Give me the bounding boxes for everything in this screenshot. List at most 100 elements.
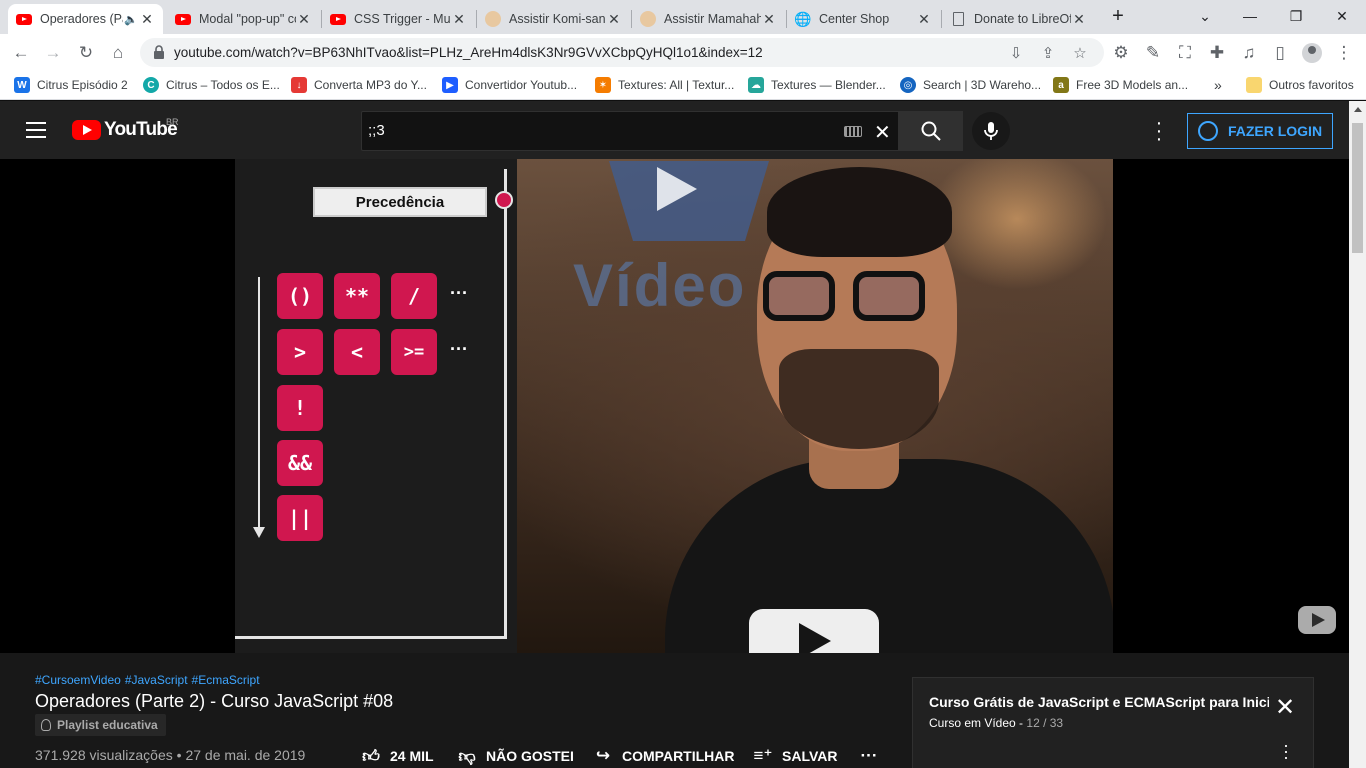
model-icon: a — [1053, 77, 1069, 93]
bookmark-item[interactable]: C Citrus – Todos os E... — [143, 76, 280, 94]
address-bar[interactable]: youtube.com/watch?v=BP63NhITvao&list=PLH… — [140, 38, 1104, 67]
media-control-icon[interactable]: ♫ — [1236, 40, 1262, 66]
forward-arrow-icon[interactable]: → — [40, 40, 66, 66]
like-button[interactable]: 👍︎ 24 MIL — [360, 747, 434, 766]
presenter-scene: Vídeo — [517, 159, 1113, 653]
publish-date: 27 de mai. de 2019 — [185, 747, 306, 763]
tab-search-chevron-icon[interactable]: ⌄ — [1182, 0, 1228, 32]
educational-playlist-badge[interactable]: Playlist educativa — [35, 714, 166, 736]
channel-watermark-icon[interactable] — [1298, 606, 1336, 634]
hashtag-link[interactable]: #JavaScript — [125, 673, 188, 687]
country-code: BR — [166, 117, 179, 127]
operator-tile: / — [391, 273, 437, 319]
search-button[interactable] — [899, 111, 963, 151]
extension-globe-icon[interactable]: ⚙ — [1108, 40, 1134, 66]
login-button[interactable]: FAZER LOGIN — [1187, 113, 1333, 149]
bookmark-label: Citrus Episódio 2 — [37, 78, 128, 92]
bookmark-item[interactable]: ↓ Converta MP3 do Y... — [291, 76, 427, 94]
minimize-window-icon[interactable]: — — [1227, 0, 1273, 32]
like-count: 24 MIL — [390, 748, 434, 764]
scrollbar-thumb[interactable] — [1352, 123, 1363, 253]
reload-icon[interactable]: ↻ — [73, 40, 99, 66]
playlist-subtitle: Curso em Vídeo - 12 / 33 — [929, 716, 1064, 730]
tab-komi-san[interactable]: Assistir Komi-san wa, Comyushou desu ✕ — [477, 4, 630, 34]
precedence-arrow-head — [253, 527, 265, 538]
tab-modal-popup[interactable]: Modal "pop-up" com HTML, CSS e JavaScrip… — [167, 4, 320, 34]
keyboard-icon[interactable] — [844, 126, 862, 137]
bookmark-item[interactable]: ☁ Textures — Blender... — [748, 76, 886, 94]
playlist-channel[interactable]: Curso em Vídeo — [929, 716, 1016, 730]
operator-ellipsis: ··· — [450, 339, 468, 359]
bookmark-label: Search | 3D Wareho... — [923, 78, 1042, 92]
extensions-puzzle-icon[interactable]: ✚ — [1204, 40, 1230, 66]
video-title: Operadores (Parte 2) - Curso JavaScript … — [35, 691, 394, 711]
bookmark-item[interactable]: W Citrus Episódio 2 — [14, 76, 128, 94]
dislike-button[interactable]: 👎︎ NÃO GOSTEI — [456, 747, 574, 766]
page-scrollbar[interactable] — [1349, 101, 1366, 768]
tab-operadores[interactable]: Operadores (Parte 2) - Curso JavaScript … — [8, 4, 163, 34]
bookmark-item[interactable]: ✶ Textures: All | Textur... — [595, 76, 734, 94]
install-app-icon[interactable]: ⇩ — [1006, 43, 1026, 63]
clear-search-icon[interactable]: ✕ — [874, 120, 891, 145]
bookmark-item[interactable]: ▶ Convertidor Youtub... — [442, 76, 577, 94]
bookmark-label: Free 3D Models an... — [1076, 78, 1189, 92]
close-window-icon[interactable]: ✕ — [1319, 0, 1365, 32]
guide-menu-icon[interactable] — [26, 122, 46, 138]
search-input[interactable]: ;;3 ✕ — [361, 111, 899, 151]
more-actions-button[interactable]: ··· — [858, 746, 888, 765]
close-tab-icon[interactable]: ✕ — [296, 11, 312, 28]
close-tab-icon[interactable]: ✕ — [1071, 11, 1087, 28]
restore-window-icon[interactable]: ❐ — [1273, 0, 1319, 32]
browser-menu-icon[interactable]: ⋮ — [1331, 40, 1357, 66]
precedence-arrow — [258, 277, 260, 533]
close-playlist-icon[interactable]: ✕ — [1275, 696, 1295, 720]
playlist-title[interactable]: Curso Grátis de JavaScript e ECMAScript … — [929, 694, 1269, 710]
login-label: FAZER LOGIN — [1227, 123, 1323, 139]
tab-css-trigger[interactable]: CSS Trigger - Mudando estilos ✕ — [322, 4, 475, 34]
extension-eyedropper-icon[interactable]: ✎ — [1140, 40, 1166, 66]
bookmarks-overflow-chevron[interactable]: » — [1214, 76, 1222, 94]
bookmark-item[interactable]: a Free 3D Models an... — [1053, 76, 1188, 94]
screenshot-icon[interactable]: ⛶ — [1172, 40, 1198, 66]
playlist-menu-icon[interactable]: · · · — [1283, 736, 1289, 766]
speaker-icon[interactable]: 🔈 — [123, 13, 139, 26]
side-panel-icon[interactable]: ▯ — [1267, 40, 1293, 66]
tab-mamahaha[interactable]: Assistir Mamahaha no Tsurego ✕ — [632, 4, 785, 34]
operator-ellipsis: ··· — [450, 283, 468, 303]
youtube-play-logo-icon — [72, 120, 101, 140]
voice-search-button[interactable] — [972, 112, 1010, 150]
youtube-logo[interactable]: YouTube — [72, 119, 178, 141]
tab-libreoffice[interactable]: Donate to LibreOffice ✕ — [942, 4, 1095, 34]
bookmark-star-icon[interactable]: ☆ — [1070, 43, 1090, 63]
close-tab-icon[interactable]: ✕ — [451, 11, 467, 28]
close-tab-icon[interactable]: ✕ — [606, 11, 622, 28]
page-icon — [950, 11, 966, 27]
scroll-up-arrow-icon[interactable] — [1354, 107, 1362, 112]
close-tab-icon[interactable]: ✕ — [761, 11, 777, 28]
hashtags: #CursoemVideo #JavaScript #EcmaScript — [35, 673, 264, 687]
save-button[interactable]: ≡⁺ SALVAR — [752, 746, 838, 765]
youtube-favicon-icon — [330, 11, 346, 27]
operator-tile: < — [334, 329, 380, 375]
tab-center-shop[interactable]: 🌐 Center Shop ✕ — [787, 4, 940, 34]
hashtag-link[interactable]: #CursoemVideo — [35, 673, 121, 687]
new-tab-button[interactable]: + — [1102, 0, 1134, 32]
share-icon[interactable]: ⇪ — [1038, 43, 1058, 63]
glasses-left-lens — [763, 271, 835, 321]
precedence-label: Precedência — [313, 187, 487, 217]
settings-more-icon[interactable]: · · · — [1150, 113, 1168, 149]
back-arrow-icon[interactable]: ← — [8, 40, 34, 66]
account-circle-icon — [1197, 121, 1218, 141]
profile-avatar-icon[interactable] — [1299, 40, 1325, 66]
close-tab-icon[interactable]: ✕ — [916, 11, 932, 28]
video-player[interactable]: Precedência () ** / ··· > < >= ··· ! && … — [0, 159, 1349, 653]
shirt-logo — [749, 609, 879, 653]
other-bookmarks-folder[interactable]: Outros favoritos — [1246, 76, 1354, 94]
tab-title: Assistir Komi-san wa, Comyushou desu — [509, 12, 606, 26]
hashtag-link[interactable]: #EcmaScript — [192, 673, 260, 687]
share-button[interactable]: ↪ COMPARTILHAR — [592, 746, 735, 765]
bookmark-item[interactable]: ◎ Search | 3D Wareho... — [900, 76, 1041, 94]
home-icon[interactable]: ⌂ — [105, 40, 131, 66]
video-frame[interactable]: Precedência () ** / ··· > < >= ··· ! && … — [235, 159, 1113, 653]
close-tab-icon[interactable]: ✕ — [139, 11, 155, 28]
